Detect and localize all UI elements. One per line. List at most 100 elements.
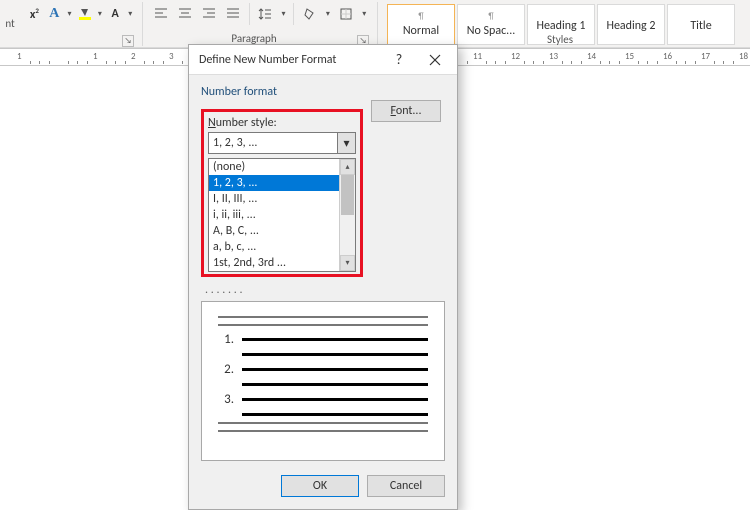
ruler-tick — [30, 61, 31, 64]
preview-line — [242, 353, 428, 356]
help-button[interactable]: ? — [381, 46, 417, 74]
listbox-item[interactable]: 1, 2, 3, ... — [209, 175, 355, 191]
dialog-body: Number format Font... Number style: 1, 2… — [189, 75, 457, 465]
pilcrow-icon: ¶ — [418, 11, 423, 22]
borders-button[interactable] — [336, 3, 357, 25]
font-color-button[interactable]: A — [107, 3, 124, 25]
ruler-number: 17 — [701, 51, 710, 62]
group-separator — [142, 2, 143, 46]
scroll-track[interactable] — [340, 175, 355, 255]
preview-line — [242, 338, 428, 341]
text-effects-button[interactable]: A — [46, 3, 63, 25]
highlight-button[interactable] — [76, 3, 93, 25]
align-center-button[interactable] — [175, 3, 196, 25]
ruler-tick — [49, 61, 50, 64]
ruler-number: 1 — [17, 51, 22, 62]
chevron-down-icon[interactable]: ▾ — [279, 9, 288, 19]
scroll-down-button[interactable]: ▾ — [340, 255, 355, 271]
ruler-number: 3 — [169, 51, 174, 62]
align-justify-button[interactable] — [223, 3, 244, 25]
preview-line — [242, 368, 428, 371]
align-left-button[interactable] — [151, 3, 172, 25]
font-button-accel: F — [391, 104, 396, 118]
ruler-number: 1 — [93, 51, 98, 62]
font-group-partial: x2 A▾ ▾ A▾ ↘ — [20, 0, 140, 47]
ruler-tick — [163, 61, 164, 64]
dialog-title: Define New Number Format — [199, 53, 381, 67]
number-style-listbox[interactable]: (none)1, 2, 3, ...I, II, III, ...i, ii, … — [208, 158, 356, 272]
dialog-titlebar[interactable]: Define New Number Format ? — [189, 45, 457, 75]
number-style-label: Number style: — [208, 116, 356, 130]
ruler-tick — [87, 61, 88, 64]
ruler-tick — [562, 61, 563, 64]
paragraph-group: ▾ ▾ ▾ Paragraph↘ — [145, 0, 375, 47]
preview-line — [218, 324, 428, 326]
listbox-item[interactable]: a, b, c, ... — [209, 239, 355, 255]
chevron-down-icon[interactable]: ▾ — [66, 9, 73, 19]
number-style-combobox[interactable]: 1, 2, 3, ... ▾ — [208, 132, 356, 154]
preview-numbered-row: 3. — [218, 392, 428, 407]
shading-button[interactable] — [299, 3, 320, 25]
preview-numbered-row: 1. — [218, 332, 428, 347]
ruler-tick — [524, 61, 525, 64]
chevron-down-icon[interactable]: ▾ — [323, 9, 332, 19]
style-tile-label: Heading 2 — [606, 19, 655, 33]
preview-number: 2. — [218, 362, 234, 377]
preview-line — [242, 383, 428, 386]
ruler-tick — [486, 61, 487, 64]
ruler-tick — [723, 61, 724, 64]
ruler-number: 15 — [625, 51, 634, 62]
chevron-down-icon: ▾ — [343, 136, 349, 151]
preview-number: 3. — [218, 392, 234, 407]
close-icon — [429, 54, 441, 66]
scroll-thumb[interactable] — [341, 175, 354, 215]
ruler-tick — [495, 61, 496, 64]
ruler-tick — [144, 61, 145, 64]
line-spacing-button[interactable] — [255, 3, 276, 25]
preview-line — [242, 398, 428, 401]
ruler-tick — [657, 61, 658, 64]
ruler-tick — [609, 61, 610, 64]
ruler-tick — [467, 61, 468, 64]
ruler-tick — [647, 61, 648, 64]
ruler-tick — [505, 61, 506, 64]
ruler-tick — [39, 61, 40, 64]
pilcrow-icon: ¶ — [488, 11, 493, 22]
combobox-value[interactable]: 1, 2, 3, ... — [208, 132, 338, 154]
font-button[interactable]: Font... — [371, 100, 441, 122]
chevron-down-icon[interactable]: ▾ — [127, 9, 134, 19]
ruler-tick — [676, 61, 677, 64]
dialog-button-row: OK Cancel — [189, 465, 457, 509]
preview-number: 1. — [218, 332, 234, 347]
obscured-label: . . . . . . . — [205, 283, 445, 297]
section-number-format: Number format — [201, 85, 445, 99]
listbox-item[interactable]: 1st, 2nd, 3rd ... — [209, 255, 355, 271]
style-tile-label: Title — [690, 19, 711, 33]
ruler-tick — [600, 61, 601, 64]
superscript-button[interactable]: x2 — [26, 3, 43, 25]
ruler-tick — [153, 61, 154, 64]
listbox-item[interactable]: I, II, III, ... — [209, 191, 355, 207]
dialog-launcher-icon[interactable]: ↘ — [122, 35, 134, 47]
ruler-tick — [106, 61, 107, 64]
ruler-tick — [182, 61, 183, 64]
listbox-item[interactable]: i, ii, iii, ... — [209, 207, 355, 223]
preview-line — [242, 413, 428, 416]
ruler-tick — [695, 61, 696, 64]
align-right-button[interactable] — [199, 3, 220, 25]
chevron-down-icon[interactable]: ▾ — [360, 9, 369, 19]
combobox-dropdown-button[interactable]: ▾ — [338, 132, 356, 154]
chevron-down-icon[interactable]: ▾ — [96, 9, 103, 19]
listbox-item[interactable]: A, B, C, ... — [209, 223, 355, 239]
listbox-item[interactable]: (none) — [209, 159, 355, 175]
ruler-number: 14 — [587, 51, 596, 62]
cancel-button[interactable]: Cancel — [367, 475, 445, 497]
separator — [293, 3, 294, 25]
ruler-tick — [733, 61, 734, 64]
preview-pane: 1. 2. 3. — [201, 301, 445, 461]
ok-button[interactable]: OK — [281, 475, 359, 497]
scroll-up-button[interactable]: ▴ — [340, 159, 355, 175]
ruler-tick — [125, 61, 126, 64]
close-button[interactable] — [417, 46, 453, 74]
scrollbar[interactable]: ▴ ▾ — [339, 159, 355, 271]
